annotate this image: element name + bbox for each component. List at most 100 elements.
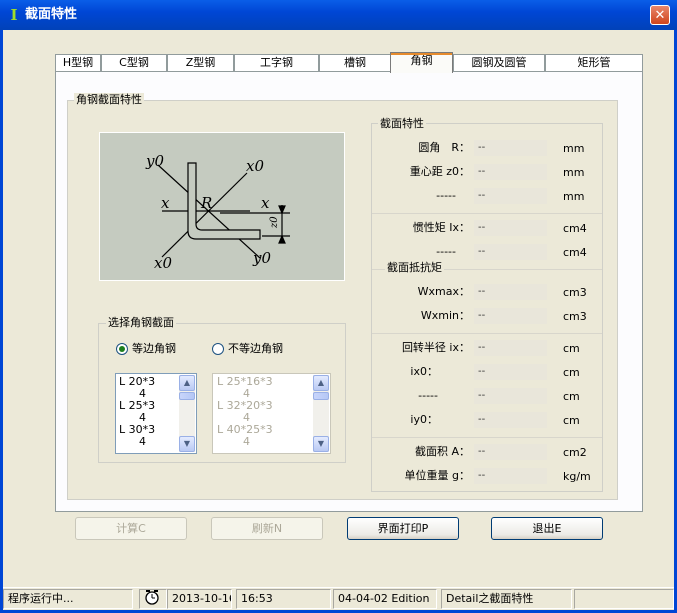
unit-gyration-ix0: cm (563, 366, 580, 379)
unit-wxmin: cm3 (563, 310, 587, 323)
label-x0-top: x0 (246, 157, 264, 175)
list-item: L 32*20*3 (217, 399, 273, 412)
label-x-right: x (261, 194, 270, 212)
label-gyration-ix0: ix0： (410, 365, 438, 378)
label-wxmax: Wxmax： (417, 285, 470, 298)
equal-angle-listbox[interactable]: L 20*3 4 L 25*3 4 L 30*3 4 ▲ ▼ (115, 373, 197, 454)
radio-unequal-angle[interactable] (212, 343, 224, 355)
tab-round[interactable]: 圆钢及圆管 (453, 54, 545, 71)
field-placeholder-2: -- (474, 244, 547, 260)
separator (372, 437, 602, 438)
separator (372, 333, 602, 334)
label-wxmin: Wxmin： (420, 309, 470, 322)
list-item[interactable]: L 20*3 (119, 376, 179, 388)
field-fillet-radius: -- (474, 140, 547, 156)
clock-icon (145, 590, 159, 605)
label-z0: z0 (269, 216, 280, 229)
list-item[interactable]: 4 (119, 436, 179, 448)
unit-fillet-radius: mm (563, 142, 585, 155)
label-fillet-radius: 圆角 R： (418, 141, 470, 154)
z0-arrow-top (278, 205, 286, 215)
properties-group-title: 截面特性 (378, 117, 426, 130)
section-modulus-title: 截面抵抗矩 (385, 261, 444, 274)
field-unit-weight: -- (474, 468, 547, 484)
angle-diagram: y0 x0 x x R x0 y0 z0 (99, 132, 345, 281)
tab-c-steel[interactable]: C型钢 (101, 54, 167, 71)
scroll-thumb[interactable] (313, 392, 329, 400)
label-placeholder-2: ----- (436, 245, 456, 258)
field-gyration-ix: -- (474, 340, 547, 356)
title-bar[interactable]: I 截面特性 ✕ (0, 0, 677, 30)
separator (372, 213, 602, 214)
label-y0-bottom: y0 (252, 249, 271, 267)
status-clock-cell (139, 589, 167, 609)
tab-channel[interactable]: 槽钢 (319, 54, 391, 71)
field-gyration-ix0: -- (474, 364, 547, 380)
scroll-down-icon[interactable]: ▼ (179, 436, 195, 452)
field-placeholder-3: -- (474, 388, 547, 404)
field-centroid-z0: -- (474, 164, 547, 180)
x0-axis (161, 172, 248, 258)
unit-wxmax: cm3 (563, 286, 587, 299)
select-section-group-title: 选择角钢截面 (106, 316, 176, 329)
radio-equal-angle[interactable] (116, 343, 128, 355)
tab-i-beam[interactable]: 工字钢 (234, 54, 319, 71)
label-gyration-iy0: iy0： (410, 413, 438, 426)
scroll-up-icon[interactable]: ▲ (313, 375, 329, 391)
unit-placeholder-3: cm (563, 390, 580, 403)
field-placeholder-1: -- (474, 188, 547, 204)
label-r: R (200, 194, 212, 212)
label-y0-top: y0 (145, 152, 164, 170)
angle-diagram-svg: y0 x0 x x R x0 y0 z0 (145, 152, 290, 272)
radio-equal-angle-label: 等边角钢 (132, 342, 176, 355)
status-empty (574, 589, 674, 609)
unit-placeholder-2: cm4 (563, 246, 587, 259)
calculate-button[interactable]: 计算C (75, 517, 187, 540)
tab-angle[interactable]: 角钢 (390, 52, 453, 73)
unit-gyration-iy0: cm (563, 414, 580, 427)
field-area: -- (474, 444, 547, 460)
label-gyration-ix: 回转半径 ix： (401, 341, 470, 354)
field-inertia-ix: -- (474, 220, 547, 236)
refresh-button[interactable]: 刷新N (211, 517, 323, 540)
unit-placeholder-1: mm (563, 190, 585, 203)
field-wxmin: -- (474, 308, 547, 324)
tab-rect-tube[interactable]: 矩形管 (545, 54, 643, 71)
status-time: 16:53 (236, 589, 331, 609)
status-detail: Detail之截面特性 (441, 589, 572, 609)
status-edition: 04-04-02 Edition (333, 589, 437, 609)
angle-section-group-title: 角钢截面特性 (74, 93, 144, 106)
unequal-angle-listbox[interactable]: L 25*16*3 4 L 32*20*3 4 L 40*25*3 4 ▲ ▼ (212, 373, 331, 454)
label-x-left: x (161, 194, 170, 212)
field-gyration-iy0: -- (474, 412, 547, 428)
close-button[interactable]: ✕ (650, 5, 670, 25)
app-icon: I (10, 6, 18, 24)
list-item: L 40*25*3 (217, 423, 273, 436)
scroll-down-icon[interactable]: ▼ (313, 436, 329, 452)
status-date: 2013-10-16 (167, 589, 232, 609)
close-icon: ✕ (654, 8, 666, 23)
scroll-up-icon[interactable]: ▲ (179, 375, 195, 391)
label-area: 截面积 A： (414, 445, 470, 458)
list-item: L 25*16*3 (217, 375, 273, 388)
label-centroid-z0: 重心距 z0： (409, 165, 470, 178)
status-running: 程序运行中... (3, 589, 133, 609)
label-unit-weight: 单位重量 g： (404, 469, 470, 482)
tab-h-steel[interactable]: H型钢 (55, 54, 101, 71)
list-item[interactable]: L 25*3 (119, 400, 179, 412)
scroll-thumb[interactable] (179, 392, 195, 400)
unit-unit-weight: kg/m (563, 470, 591, 483)
exit-button[interactable]: 退出E (491, 517, 603, 540)
list-item: 4 (243, 435, 250, 448)
unit-area: cm2 (563, 446, 587, 459)
unit-inertia-ix: cm4 (563, 222, 587, 235)
label-inertia-ix: 惯性矩 Ix： (412, 221, 470, 234)
list-item[interactable]: L 30*3 (119, 424, 179, 436)
label-placeholder-1: ----- (436, 189, 456, 202)
window-title: 截面特性 (25, 7, 78, 22)
tab-z-steel[interactable]: Z型钢 (167, 54, 234, 71)
field-wxmax: -- (474, 284, 547, 300)
label-placeholder-3: ----- (418, 389, 438, 402)
unit-gyration-ix: cm (563, 342, 580, 355)
print-button[interactable]: 界面打印P (347, 517, 459, 540)
